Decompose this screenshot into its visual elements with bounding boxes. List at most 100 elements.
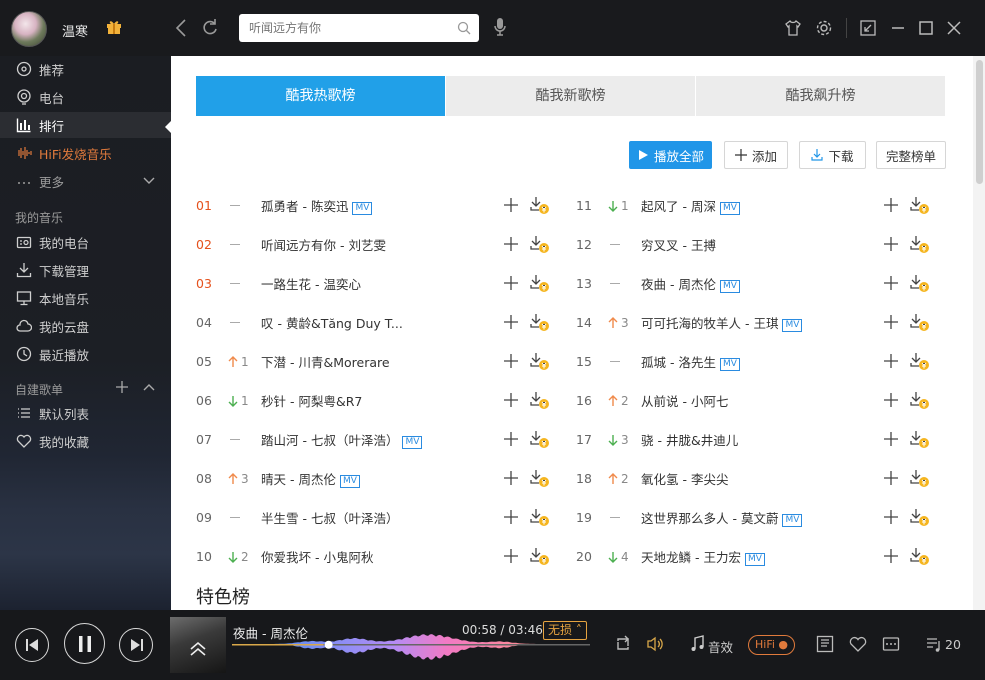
paid-download-icon[interactable] [910, 392, 930, 410]
tab-rising-songs[interactable]: 酷我飙升榜 [696, 76, 946, 116]
paid-download-icon[interactable] [910, 353, 930, 371]
paid-download-icon[interactable] [910, 431, 930, 449]
song-row[interactable]: 06 1 秒针 - 阿梨粤&R7 [196, 381, 486, 420]
add-to-list-icon[interactable] [504, 393, 518, 407]
scrollbar[interactable] [973, 56, 985, 610]
add-to-list-icon[interactable] [504, 198, 518, 212]
song-title[interactable]: 夜曲 - 周杰伦 [641, 277, 716, 292]
song-row[interactable]: 05 1 下潜 - 川青&Morerare [196, 342, 486, 381]
song-row[interactable]: 18 2 氧化氢 - 李尖尖 [576, 459, 866, 498]
song-row[interactable]: 01 孤勇者 - 陈奕迅 MV [196, 186, 486, 225]
sidebar-item-my-radio[interactable]: 我的电台 [0, 229, 171, 255]
sidebar-item-cloud[interactable]: 我的云盘 [0, 313, 171, 339]
song-row[interactable]: 12 穷叉叉 - 王搏 [576, 225, 866, 264]
add-to-list-icon[interactable] [884, 393, 898, 407]
paid-download-icon[interactable] [910, 509, 930, 527]
sound-effects-button[interactable]: 音效 [708, 637, 733, 656]
mini-mode-icon[interactable] [859, 19, 877, 37]
song-title[interactable]: 一路生花 - 温奕心 [261, 277, 361, 292]
song-title[interactable]: 晴天 - 周杰伦 [261, 472, 336, 487]
maximize-icon[interactable] [917, 19, 935, 37]
add-to-list-icon[interactable] [504, 549, 518, 563]
sidebar-item-downloads[interactable]: 下载管理 [0, 257, 171, 283]
mv-badge[interactable]: MV [782, 514, 803, 527]
paid-download-icon[interactable] [530, 197, 550, 215]
song-row[interactable]: 10 2 你爱我坏 - 小鬼阿秋 [196, 537, 486, 576]
music-note-icon[interactable] [689, 635, 707, 653]
song-title[interactable]: 叹 - 黄龄&Tăng Duy T... [261, 316, 403, 331]
add-to-list-icon[interactable] [504, 432, 518, 446]
song-title[interactable]: 孤勇者 - 陈奕迅 [261, 199, 348, 214]
skin-icon[interactable] [784, 19, 802, 37]
sidebar-item-more[interactable]: 更多 [0, 168, 171, 194]
add-to-list-icon[interactable] [504, 276, 518, 290]
volume-icon[interactable] [646, 635, 664, 653]
paid-download-icon[interactable] [530, 353, 550, 371]
paid-download-icon[interactable] [910, 197, 930, 215]
song-row[interactable]: 19 这世界那么多人 - 莫文蔚 MV [576, 498, 866, 537]
mv-badge[interactable]: MV [744, 553, 765, 566]
song-row[interactable]: 04 叹 - 黄龄&Tăng Duy T... [196, 303, 486, 342]
song-row[interactable]: 08 3 晴天 - 周杰伦 MV [196, 459, 486, 498]
song-row[interactable]: 07 踏山河 - 七叔（叶泽浩） MV [196, 420, 486, 459]
paid-download-icon[interactable] [530, 392, 550, 410]
add-to-list-icon[interactable] [884, 276, 898, 290]
back-icon[interactable] [172, 17, 192, 39]
queue-count[interactable]: 20 [945, 637, 961, 652]
song-title[interactable]: 你爱我坏 - 小鬼阿秋 [261, 550, 373, 565]
song-row[interactable]: 03 一路生花 - 温奕心 [196, 264, 486, 303]
sidebar-item-favorites[interactable]: 我的收藏 [0, 428, 171, 454]
paid-download-icon[interactable] [910, 470, 930, 488]
quality-selector[interactable]: 无损 ˄ [543, 621, 587, 640]
song-title[interactable]: 起风了 - 周深 [641, 199, 716, 214]
scrollbar-thumb[interactable] [976, 60, 983, 184]
repeat-icon[interactable] [614, 635, 632, 653]
tab-hot-songs[interactable]: 酷我热歌榜 [196, 76, 446, 116]
mv-badge[interactable]: MV [719, 358, 740, 371]
add-to-list-icon[interactable] [504, 471, 518, 485]
add-to-list-icon[interactable] [884, 432, 898, 446]
add-to-list-icon[interactable] [884, 510, 898, 524]
paid-download-icon[interactable] [530, 509, 550, 527]
add-to-list-icon[interactable] [504, 354, 518, 368]
song-title[interactable]: 这世界那么多人 - 莫文蔚 [641, 511, 778, 526]
song-title[interactable]: 氧化氢 - 李尖尖 [641, 472, 728, 487]
username[interactable]: 温寒 [62, 21, 88, 40]
sidebar-item-radio[interactable]: 电台 [0, 84, 171, 110]
more-icon[interactable] [882, 635, 900, 653]
paid-download-icon[interactable] [530, 548, 550, 566]
pause-button[interactable] [64, 623, 105, 664]
paid-download-icon[interactable] [530, 236, 550, 254]
song-row[interactable]: 09 半生雪 - 七叔（叶泽浩） [196, 498, 486, 537]
search-icon[interactable] [457, 21, 471, 35]
next-button[interactable] [119, 628, 153, 662]
song-row[interactable]: 13 夜曲 - 周杰伦 MV [576, 264, 866, 303]
download-button[interactable]: 下载 [799, 141, 866, 169]
playlist-icon[interactable] [925, 635, 943, 653]
mv-badge[interactable]: MV [782, 319, 803, 332]
song-title[interactable]: 穷叉叉 - 王搏 [641, 238, 716, 253]
sidebar-item-local-music[interactable]: 本地音乐 [0, 285, 171, 311]
add-to-list-icon[interactable] [504, 237, 518, 251]
paid-download-icon[interactable] [530, 431, 550, 449]
song-title[interactable]: 踏山河 - 七叔（叶泽浩） [261, 433, 398, 448]
hifi-toggle[interactable]: HiFi ● [748, 635, 796, 655]
song-title[interactable]: 秒针 - 阿梨粤&R7 [261, 394, 362, 409]
song-title[interactable]: 听闻远方有你 - 刘艺雯 [261, 238, 386, 253]
song-row[interactable]: 14 3 可可托海的牧羊人 - 王琪 MV [576, 303, 866, 342]
mv-badge[interactable]: MV [402, 436, 423, 449]
mv-badge[interactable]: MV [719, 280, 740, 293]
add-to-list-icon[interactable] [884, 315, 898, 329]
sidebar-item-ranking[interactable]: 排行 [0, 112, 171, 138]
sidebar-item-default-list[interactable]: 默认列表 [0, 400, 171, 426]
refresh-icon[interactable] [200, 17, 220, 39]
mv-badge[interactable]: MV [339, 475, 360, 488]
add-to-list-icon[interactable] [884, 237, 898, 251]
song-title[interactable]: 骁 - 井胧&井迪儿 [641, 433, 738, 448]
song-row[interactable]: 11 1 起风了 - 周深 MV [576, 186, 866, 225]
chevron-down-icon[interactable] [142, 175, 156, 187]
add-to-list-icon[interactable] [504, 315, 518, 329]
mv-badge[interactable]: MV [719, 202, 740, 215]
sidebar-item-recommend[interactable]: 推荐 [0, 56, 171, 82]
song-title[interactable]: 可可托海的牧羊人 - 王琪 [641, 316, 778, 331]
